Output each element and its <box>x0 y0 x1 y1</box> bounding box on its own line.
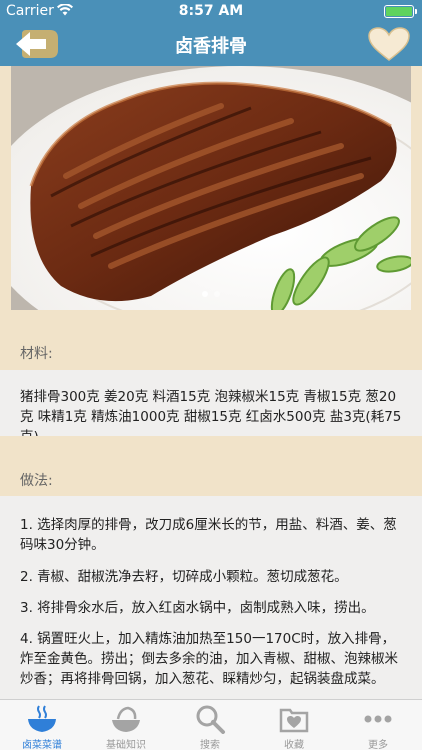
dish-photo <box>11 66 411 310</box>
tab-bar: 卤菜菜谱 基础知识 搜索 收藏 更多 <box>0 699 422 750</box>
tab-label: 更多 <box>368 740 388 750</box>
method-header: 做法: <box>0 436 422 496</box>
nav-bar: 卤香排骨 <box>0 22 422 66</box>
method-label: 做法: <box>20 473 53 489</box>
tab-favorites[interactable]: 收藏 <box>252 700 336 750</box>
tab-basics[interactable]: 基础知识 <box>84 700 168 750</box>
tab-label: 卤菜菜谱 <box>22 740 62 750</box>
search-icon <box>196 705 225 734</box>
method-step: 4. 锅置旺火上，加入精炼油加热至150一170C时，放入排骨，炸至金黄色。捞出… <box>20 631 398 687</box>
heart-icon <box>368 27 410 61</box>
favorite-button[interactable] <box>366 26 412 62</box>
method-step: 1. 选择肉厚的排骨，改刀成6厘米长的节，用盐、料酒、姜、葱码味30分钟。 <box>20 517 397 553</box>
tab-more[interactable]: 更多 <box>336 700 420 750</box>
status-bar: Carrier 8:57 AM <box>0 0 422 22</box>
page-title: 卤香排骨 <box>175 36 247 57</box>
tab-label: 搜索 <box>200 740 220 750</box>
ingredients-header: 材料: <box>0 310 422 370</box>
clock: 8:57 AM <box>178 3 244 19</box>
method-panel: 1. 选择肉厚的排骨，改刀成6厘米长的节，用盐、料酒、姜、葱码味30分钟。 2.… <box>0 496 422 699</box>
method-step: 2. 青椒、甜椒洗净去籽，切碎成小颗粒。葱切成葱花。 <box>20 569 348 585</box>
method-step: 3. 将排骨氽水后，放入红卤水锅中，卤制成熟入味，捞出。 <box>20 600 375 616</box>
ingredients-label: 材料: <box>20 346 53 362</box>
favorites-icon <box>279 708 309 733</box>
tab-label: 收藏 <box>284 740 304 750</box>
tab-recipes[interactable]: 卤菜菜谱 <box>0 700 84 750</box>
ingredients-panel: 猪排骨300克 姜20克 料酒15克 泡辣椒米15克 青椒15克 葱20克 味精… <box>0 370 422 445</box>
tab-search[interactable]: 搜索 <box>168 700 252 750</box>
ingredients-icon <box>112 706 140 732</box>
more-icon <box>364 715 392 723</box>
battery-icon <box>384 5 417 18</box>
tab-label: 基础知识 <box>106 740 146 750</box>
bowl-icon <box>28 705 56 732</box>
